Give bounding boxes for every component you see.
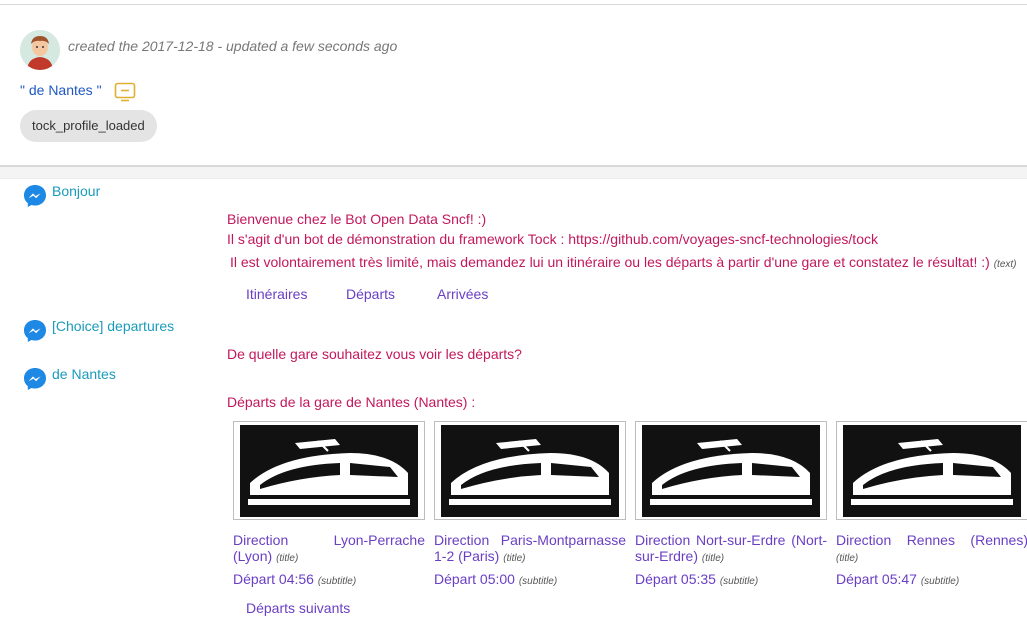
card-subtitle: Départ 05:35 (subtitle)	[635, 571, 827, 587]
train-image	[635, 421, 827, 520]
departure-card[interactable]: Direction Nort-sur-Erdre (Nort-sur-Erdre…	[635, 421, 827, 587]
dialog-meta: created the 2017-12-18 - updated a few s…	[68, 38, 398, 54]
train-image	[233, 421, 425, 520]
user-message-text: de Nantes	[52, 366, 116, 382]
user-avatar-icon	[20, 30, 60, 70]
user-message-text: [Choice] departures	[52, 318, 175, 334]
user-message-text: Bonjour	[52, 183, 101, 199]
bot-message-line: Il s'agit d'un bot de démonstration du f…	[227, 231, 878, 247]
card-title-text: Direction Nort-sur-Erdre (Nort-sur-Erdre…	[635, 532, 827, 564]
departure-card[interactable]: Direction Lyon-Perrache (Lyon) (title) D…	[233, 421, 425, 587]
card-subtitle-text: Départ 04:56	[233, 571, 314, 587]
subtitle-hint: (subtitle)	[518, 576, 558, 587]
departure-card[interactable]: Direction Rennes (Rennes) (title) Départ…	[836, 421, 1027, 587]
bot-message-line: De quelle gare souhaitez vous voir les d…	[227, 346, 522, 362]
quick-reply-itineraires[interactable]: Itinéraires	[246, 286, 307, 302]
card-title: Direction Paris-Montparnasse 1-2 (Paris)…	[434, 532, 626, 567]
messenger-icon	[24, 185, 46, 207]
messenger-icon	[24, 320, 46, 342]
quick-reply-departs[interactable]: Départs	[346, 286, 395, 302]
next-departures-button[interactable]: Départs suivants	[246, 600, 350, 616]
card-subtitle-text: Départ 05:47	[836, 571, 917, 587]
card-title-text: Direction Paris-Montparnasse 1-2 (Paris)	[434, 532, 626, 564]
quick-reply-arrivees[interactable]: Arrivées	[437, 286, 488, 302]
card-subtitle: Départ 04:56 (subtitle)	[233, 571, 425, 587]
card-subtitle-text: Départ 05:00	[434, 571, 515, 587]
display-icon[interactable]	[114, 82, 136, 102]
subtitle-hint: (subtitle)	[317, 576, 357, 587]
subtitle-hint: (subtitle)	[719, 576, 759, 587]
title-hint: (title)	[276, 553, 299, 564]
section-divider	[0, 165, 1027, 179]
bot-message-line: Bienvenue chez le Bot Open Data Sncf! :)	[227, 211, 487, 227]
title-hint: (title)	[701, 553, 725, 564]
card-title: Direction Nort-sur-Erdre (Nort-sur-Erdre…	[635, 532, 827, 567]
departure-card[interactable]: Direction Paris-Montparnasse 1-2 (Paris)…	[434, 421, 626, 587]
title-hint: (title)	[836, 553, 859, 564]
train-image	[836, 421, 1027, 520]
card-title: Direction Rennes (Rennes) (title)	[836, 532, 1027, 567]
profile-tag[interactable]: tock_profile_loaded	[20, 110, 157, 142]
card-subtitle: Départ 05:47 (subtitle)	[836, 571, 1027, 587]
card-subtitle-text: Départ 05:35	[635, 571, 716, 587]
dialog-title: " de Nantes "	[20, 82, 102, 98]
card-title: Direction Lyon-Perrache (Lyon) (title)	[233, 532, 425, 567]
bot-message-line: Départs de la gare de Nantes (Nantes) :	[227, 394, 476, 410]
title-hint: (title)	[503, 553, 526, 564]
train-image	[434, 421, 626, 520]
subtitle-hint: (subtitle)	[920, 576, 960, 587]
bot-message-line: Il est volontairement très limité, mais …	[230, 254, 1017, 270]
top-divider	[0, 4, 1027, 5]
text-hint: (text)	[993, 259, 1017, 270]
card-title-text: Direction Rennes (Rennes)	[836, 532, 1027, 548]
bot-message-text: Il est volontairement très limité, mais …	[230, 254, 990, 270]
messenger-icon	[24, 368, 46, 390]
card-title-text: Direction Lyon-Perrache (Lyon)	[233, 532, 425, 564]
card-subtitle: Départ 05:00 (subtitle)	[434, 571, 626, 587]
